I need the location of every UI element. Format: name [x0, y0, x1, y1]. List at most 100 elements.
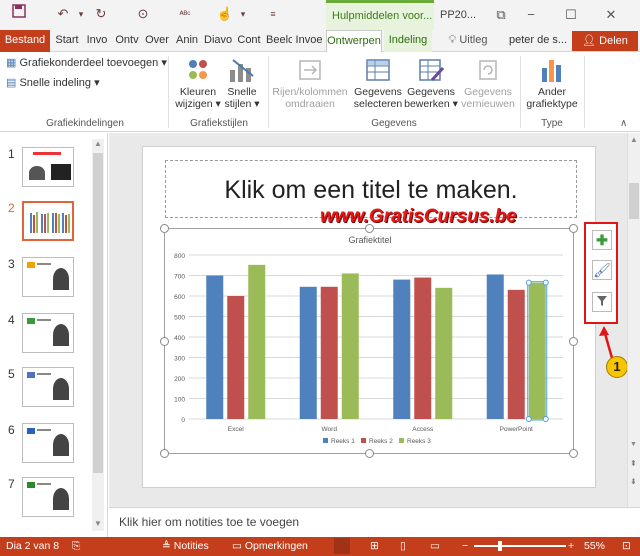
- notes-pane[interactable]: Klik hier om notities toe te voegen: [109, 507, 640, 537]
- slide-thumbnail[interactable]: [22, 423, 74, 463]
- edit-data-label-2: bewerken ▾: [404, 98, 458, 110]
- edit-data-button[interactable]: Gegevens bewerken ▾: [404, 56, 458, 110]
- tab-diavoorstelling[interactable]: Diavo: [204, 30, 232, 52]
- tab-beeld[interactable]: Beelc: [266, 30, 292, 52]
- zoom-slider[interactable]: [474, 541, 566, 551]
- resize-handle[interactable]: [160, 224, 169, 233]
- edit-data-label-1: Gegevens: [407, 86, 455, 98]
- resize-handle[interactable]: [569, 337, 578, 346]
- bar-selection-handle: [525, 416, 532, 422]
- legend-swatch: [361, 438, 366, 443]
- editor-scrollbar[interactable]: ▲ ▼ ⇞ ⇟: [627, 133, 640, 507]
- tab-uitleg[interactable]: 💡︎ Uitleg: [440, 30, 496, 52]
- close-icon[interactable]: ✕: [600, 4, 622, 26]
- minimize-icon[interactable]: −: [520, 4, 542, 26]
- y-tick-label: 800: [174, 253, 185, 260]
- group-label-layouts: Grafiekindelingen: [46, 118, 124, 129]
- change-colors-button[interactable]: Kleuren wijzigen ▾: [172, 56, 224, 110]
- spelling-status-icon[interactable]: ⎘: [72, 540, 80, 553]
- bar-reeks-1-excel: [206, 275, 224, 419]
- account-name[interactable]: peter de s...: [508, 30, 568, 52]
- collapse-ribbon-icon[interactable]: ∧: [620, 118, 627, 129]
- scroll-up-icon[interactable]: ▲: [94, 139, 102, 148]
- tab-invoegtoepassingen[interactable]: Invoe: [294, 30, 324, 52]
- tab-bestand[interactable]: Bestand: [0, 30, 50, 52]
- comment-icon: ▭: [232, 540, 242, 552]
- slide-thumbnail[interactable]: [22, 147, 74, 187]
- quick-styles-label-2: stijlen ▾: [224, 98, 260, 110]
- tab-animaties[interactable]: Anin: [174, 30, 200, 52]
- group-divider: [268, 56, 269, 128]
- previous-slide-icon[interactable]: ⇞: [630, 459, 637, 468]
- tab-controleren[interactable]: Cont: [236, 30, 262, 52]
- chart-filter-icon[interactable]: [592, 292, 612, 312]
- switch-row-column-icon: [295, 56, 325, 84]
- scrollbar-thumb[interactable]: [629, 183, 639, 219]
- normal-view-icon[interactable]: [334, 538, 350, 554]
- select-data-button[interactable]: Gegevens selecteren: [352, 56, 404, 110]
- scroll-up-icon[interactable]: ▲: [630, 135, 638, 144]
- resize-handle[interactable]: [569, 224, 578, 233]
- x-tick-label: Word: [322, 426, 338, 433]
- scroll-down-icon[interactable]: ▼: [630, 441, 637, 448]
- slide-thumbnail[interactable]: [22, 313, 74, 353]
- tab-indeling[interactable]: Indeling: [384, 30, 432, 52]
- callout-badge: 1: [606, 356, 628, 378]
- zoom-out-icon[interactable]: −: [462, 540, 468, 552]
- quick-layout-button[interactable]: ▤ Snelle indeling ▾: [6, 76, 100, 89]
- add-chart-element-button[interactable]: ▦ Grafiekonderdeel toevoegen ▾: [6, 56, 167, 69]
- zoom-level[interactable]: 55%: [584, 540, 605, 552]
- group-divider: [584, 56, 585, 128]
- tab-invoegen[interactable]: Invo: [84, 30, 110, 52]
- undo-dropdown-icon[interactable]: ▾: [70, 4, 92, 24]
- switch-row-column-button[interactable]: Rijen/kolommen omdraaien: [270, 56, 350, 110]
- slide-thumbnail[interactable]: [22, 477, 74, 517]
- tab-overgangen[interactable]: Over: [144, 30, 170, 52]
- slideshow-icon[interactable]: ⊙: [132, 4, 154, 24]
- share-label: Delen: [599, 35, 628, 47]
- save-icon[interactable]: [8, 4, 30, 24]
- scrollbar-thumb[interactable]: [93, 153, 103, 473]
- tab-start[interactable]: Start: [54, 30, 80, 52]
- customize-toolbar-icon[interactable]: ≡: [262, 4, 284, 24]
- group-divider: [168, 56, 169, 128]
- legend-swatch: [323, 438, 328, 443]
- slide-thumbnail[interactable]: [22, 367, 74, 407]
- add-chart-element-label: Grafiekonderdeel toevoegen: [19, 57, 159, 69]
- legend-label: Reeks 1: [331, 438, 355, 445]
- zoom-slider-thumb[interactable]: [498, 541, 502, 551]
- resize-handle[interactable]: [160, 337, 169, 346]
- maximize-icon[interactable]: ☐: [560, 4, 582, 26]
- zoom-in-icon[interactable]: +: [568, 540, 574, 552]
- chart-styles-brush-icon[interactable]: 🖌︎: [592, 260, 612, 280]
- slide-thumbnail-active[interactable]: [22, 201, 74, 241]
- slide-sorter-icon[interactable]: ⊞: [370, 540, 379, 552]
- refresh-data-label-1: Gegevens: [464, 86, 512, 98]
- chart-object[interactable]: Grafiektitel 0 100 200 300 400 500 600 700 800 Exc…: [160, 224, 578, 458]
- scroll-down-icon[interactable]: ▼: [94, 519, 102, 528]
- reading-view-icon[interactable]: ▯: [400, 540, 406, 552]
- slideshow-view-icon[interactable]: ▭: [430, 540, 440, 552]
- next-slide-icon[interactable]: ⇟: [630, 477, 637, 486]
- slide-thumbnail[interactable]: [22, 257, 74, 297]
- ribbon-display-icon[interactable]: ⧉: [490, 4, 512, 26]
- legend-swatch: [399, 438, 404, 443]
- thumbnail-scrollbar[interactable]: ▲ ▼: [92, 139, 104, 531]
- redo-icon[interactable]: ↻: [90, 4, 112, 24]
- tab-ontwerpen-main[interactable]: Ontv: [114, 30, 140, 52]
- resize-handle[interactable]: [569, 449, 578, 458]
- refresh-data-button[interactable]: Gegevens vernieuwen: [458, 56, 518, 110]
- change-chart-type-button[interactable]: Ander grafiektype: [522, 56, 582, 110]
- touch-dropdown-icon[interactable]: ▾: [232, 4, 254, 24]
- resize-handle[interactable]: [160, 449, 169, 458]
- chart-elements-plus-icon[interactable]: ✚: [592, 230, 612, 250]
- quick-styles-button[interactable]: Snelle stijlen ▾: [222, 56, 262, 110]
- spelling-icon[interactable]: ᴬᴮᶜ: [174, 4, 196, 24]
- edit-data-icon: [416, 56, 446, 84]
- tab-ontwerpen[interactable]: Ontwerpen: [326, 30, 382, 52]
- resize-handle[interactable]: [365, 449, 374, 458]
- notes-button[interactable]: ≜ Notities: [162, 540, 209, 552]
- fit-to-window-icon[interactable]: ⊡: [622, 540, 631, 552]
- share-button[interactable]: 👤︎ Delen: [572, 31, 638, 51]
- comments-button[interactable]: ▭ Opmerkingen: [232, 540, 308, 552]
